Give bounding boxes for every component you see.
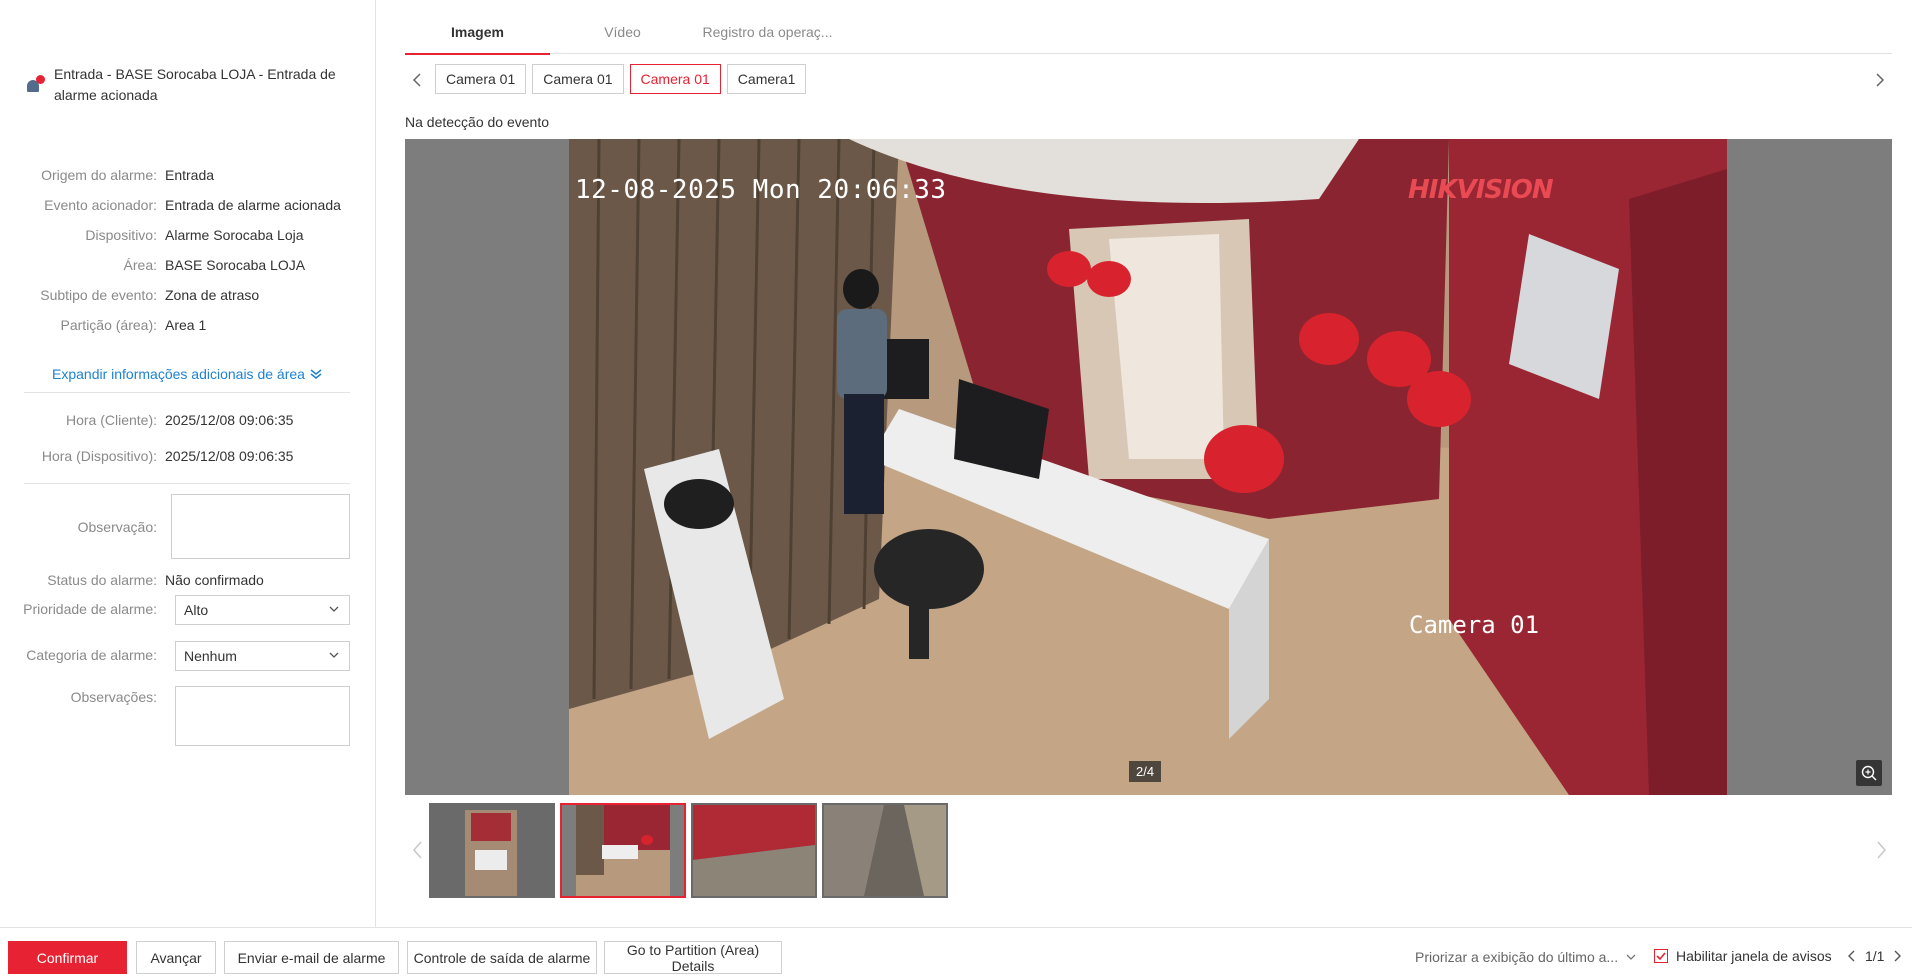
alarm-header: Entrada - BASE Sorocaba LOJA - Entrada d…: [26, 64, 356, 106]
zoom-button[interactable]: [1856, 760, 1882, 786]
time-label: Hora (Cliente):: [65, 412, 157, 428]
detail-label: Partição (área):: [60, 317, 157, 333]
partition-details-button[interactable]: Go to Partition (Area) Details: [604, 941, 782, 974]
time-label: Hora (Dispositivo):: [41, 448, 157, 464]
chevron-left-icon[interactable]: [407, 70, 427, 90]
thumbnail-image: [431, 805, 553, 896]
prioritize-dropdown[interactable]: Priorizar a exibição do último a...: [1415, 949, 1636, 965]
chevron-down-icon: [1626, 954, 1636, 960]
action-bar: Confirmar Avançar Enviar e-mail de alarm…: [0, 927, 1912, 980]
observacao-textarea[interactable]: [171, 494, 350, 559]
alarm-details-panel: Entrada - BASE Sorocaba LOJA - Entrada d…: [0, 0, 376, 927]
event-label: Na detecção do evento: [405, 114, 549, 130]
detail-label: Dispositivo:: [85, 227, 157, 243]
image-viewer[interactable]: 12-08-2025 Mon 20:06:33 HIKVISION Camera…: [405, 139, 1892, 795]
thumbnail-strip: [429, 803, 948, 898]
detail-label: Evento acionador:: [44, 197, 157, 213]
detail-value: Zona de atraso: [165, 287, 260, 303]
priority-label: Prioridade de alarme:: [23, 601, 157, 617]
time-value: 2025/12/08 09:06:35: [165, 448, 294, 464]
time-value: 2025/12/08 09:06:35: [165, 412, 294, 428]
enable-popup-checkbox[interactable]: [1654, 949, 1668, 963]
category-select[interactable]: Nenhum: [175, 641, 350, 671]
tab-imagem[interactable]: Imagem: [405, 16, 550, 55]
advance-button[interactable]: Avançar: [136, 941, 216, 974]
status-label: Status do alarme:: [47, 572, 157, 588]
confirm-button[interactable]: Confirmar: [8, 941, 127, 974]
enable-popup-option[interactable]: Habilitar janela de avisos: [1654, 948, 1832, 964]
detail-value: Area 1: [165, 317, 207, 333]
detail-row-event: Evento acionador: Entrada de alarme acio…: [0, 197, 376, 213]
alarm-title: Entrada - BASE Sorocaba LOJA - Entrada d…: [54, 66, 336, 103]
detail-label: Subtipo de evento:: [40, 287, 157, 303]
chevron-down-icon: [329, 652, 339, 658]
priority-selected-value: Alto: [184, 602, 209, 618]
detail-row-area: Área: BASE Sorocaba LOJA: [0, 257, 376, 273]
detail-row-origin: Origem do alarme: Entrada: [0, 167, 376, 183]
detail-value: Entrada: [165, 167, 215, 183]
observacao-label: Observação:: [77, 519, 157, 535]
thumbnail-prev-icon[interactable]: [409, 838, 427, 862]
camera-tab[interactable]: Camera 01: [435, 64, 527, 94]
zoom-in-icon: [1861, 765, 1877, 781]
camera-tabs: Camera 01 Camera 01 Camera 01 Camera1: [435, 64, 807, 94]
checkmark-icon: [1656, 952, 1666, 961]
chevron-down-icon: [329, 606, 339, 612]
expand-area-info-link[interactable]: Expandir informações adicionais de área: [52, 366, 323, 382]
category-selected-value: Nenhum: [184, 648, 237, 664]
brand-watermark: HIKVISION: [1408, 175, 1554, 205]
status-row: Status do alarme: Não confirmado: [0, 572, 376, 588]
media-panel: Imagem Vídeo Registro da operaç... Camer…: [377, 0, 1912, 927]
divider: [24, 483, 350, 484]
output-control-button[interactable]: Controle de saída de alarme: [407, 941, 597, 974]
image-counter: 2/4: [1129, 761, 1162, 782]
time-row-device: Hora (Dispositivo): 2025/12/08 09:06:35: [0, 448, 376, 464]
tab-video[interactable]: Vídeo: [550, 16, 695, 54]
detail-value: Alarme Sorocaba Loja: [165, 227, 304, 243]
chevron-left-icon[interactable]: [1847, 949, 1857, 963]
enable-popup-label: Habilitar janela de avisos: [1676, 948, 1832, 964]
tab-registro[interactable]: Registro da operaç...: [695, 16, 840, 54]
camera-snapshot: [569, 139, 1727, 795]
thumbnail[interactable]: [429, 803, 555, 898]
divider: [24, 392, 350, 393]
detail-row-subtype: Subtipo de evento: Zona de atraso: [0, 287, 376, 303]
media-tabs: Imagem Vídeo Registro da operaç...: [405, 16, 1892, 55]
category-label: Categoria de alarme:: [26, 647, 157, 663]
thumbnail-image: [693, 805, 815, 896]
chevron-right-icon[interactable]: [1892, 949, 1902, 963]
chevron-right-icon[interactable]: [1870, 70, 1890, 90]
camera-tab[interactable]: Camera 01: [532, 64, 624, 94]
time-row-client: Hora (Cliente): 2025/12/08 09:06:35: [0, 412, 376, 428]
thumbnail[interactable]: [822, 803, 948, 898]
camera-name-overlay: Camera 01: [1409, 611, 1540, 639]
send-email-button[interactable]: Enviar e-mail de alarme: [224, 941, 399, 974]
video-timestamp: 12-08-2025 Mon 20:06:33: [575, 175, 947, 205]
thumbnail-active[interactable]: [560, 803, 686, 898]
thumbnail-image: [824, 805, 946, 896]
detail-value: Entrada de alarme acionada: [165, 197, 341, 213]
observacoes-label: Observações:: [70, 689, 157, 705]
expand-area-info-label: Expandir informações adicionais de área: [52, 366, 305, 382]
detail-label: Área:: [123, 257, 157, 273]
thumbnail-next-icon[interactable]: [1872, 838, 1890, 862]
double-chevron-down-icon: [310, 369, 322, 379]
pager: 1/1: [1847, 948, 1902, 964]
pager-value: 1/1: [1865, 948, 1885, 964]
thumbnail[interactable]: [691, 803, 817, 898]
prioritize-label: Priorizar a exibição do último a...: [1415, 949, 1619, 965]
camera-tab-active[interactable]: Camera 01: [629, 64, 721, 94]
thumbnail-image: [562, 805, 684, 896]
alarm-icon: [26, 75, 45, 93]
detail-row-device: Dispositivo: Alarme Sorocaba Loja: [0, 227, 376, 243]
observacoes-textarea[interactable]: [175, 686, 350, 746]
detail-value: BASE Sorocaba LOJA: [165, 257, 306, 273]
priority-select[interactable]: Alto: [175, 595, 350, 625]
camera-tab[interactable]: Camera1: [726, 64, 807, 94]
detail-label: Origem do alarme:: [41, 167, 157, 183]
detail-row-partition: Partição (área): Area 1: [0, 317, 376, 333]
status-value: Não confirmado: [165, 572, 264, 588]
